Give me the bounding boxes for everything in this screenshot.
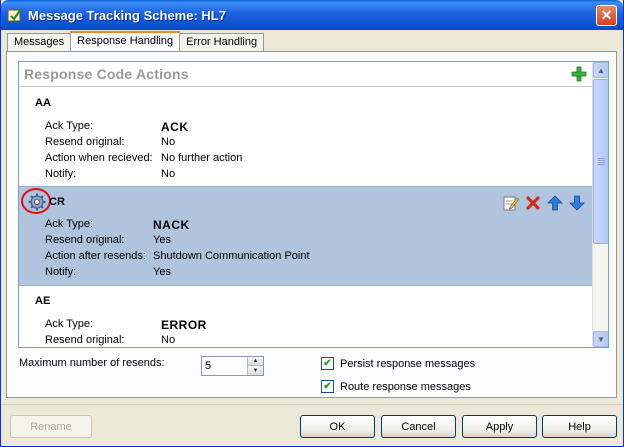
route-response-checkbox-row[interactable]: ✔ Route response messages: [321, 380, 471, 393]
app-icon: [7, 7, 23, 23]
route-response-label: Route response messages: [340, 380, 471, 393]
persist-response-label: Persist response messages: [340, 357, 476, 370]
detail-value: NACK: [153, 218, 190, 232]
detail-label: Action when recieved:: [45, 152, 153, 164]
arrow-down-icon[interactable]: [569, 195, 585, 211]
response-code: CR: [49, 196, 65, 208]
detail-value: Yes: [153, 234, 171, 246]
response-code: AA: [35, 97, 51, 109]
close-icon: ✕: [600, 7, 613, 23]
tab-messages[interactable]: Messages: [7, 33, 72, 51]
detail-label: Resend original:: [45, 136, 125, 148]
detail-value: Yes: [153, 266, 171, 278]
tab-error-handling[interactable]: Error Handling: [179, 33, 265, 51]
list-item-selected[interactable]: CR Ack Type: NACK Resend original: Yes A…: [19, 186, 593, 286]
apply-button[interactable]: Apply: [462, 415, 537, 438]
detail-row: Resend original: No: [45, 136, 175, 152]
add-icon[interactable]: [571, 66, 587, 82]
list-item[interactable]: AA Ack Type: ACK Resend original: No Act…: [19, 88, 593, 186]
detail-value: No: [161, 334, 176, 346]
response-code-actions-list[interactable]: Response Code Actions AA Ack Type: ACK R…: [18, 61, 609, 348]
list-header: Response Code Actions: [19, 62, 593, 87]
arrow-up-icon[interactable]: [547, 195, 563, 211]
detail-value: ERROR: [161, 318, 207, 332]
detail-row: Action after resends: Shutdown Communica…: [45, 250, 310, 266]
detail-label: Resend original:: [45, 334, 125, 346]
window-title: Message Tracking Scheme: HL7: [28, 7, 226, 23]
response-handling-panel: Response Code Actions AA Ack Type: ACK R…: [6, 51, 617, 398]
detail-value: No: [161, 168, 176, 180]
detail-row: Ack Type: ACK: [45, 120, 189, 136]
help-button[interactable]: Help: [542, 415, 617, 438]
list-item[interactable]: AE Ack Type: ERROR Resend original: No: [19, 286, 593, 347]
detail-value: No: [161, 136, 176, 148]
scroll-up-button[interactable]: ▲: [593, 62, 608, 78]
entry-toolbar: [503, 195, 585, 211]
close-button[interactable]: ✕: [596, 5, 617, 26]
detail-row: Resend original: Yes: [45, 234, 171, 250]
detail-label: Notify:: [45, 266, 77, 278]
detail-label: Action after resends:: [45, 250, 146, 262]
tab-strip: Messages Response Handling Error Handlin…: [7, 31, 265, 51]
edit-icon[interactable]: [503, 195, 519, 211]
scroll-down-button[interactable]: ▼: [593, 331, 608, 347]
persist-response-checkbox[interactable]: ✔: [321, 357, 334, 370]
detail-row: Ack Type: ERROR: [45, 318, 207, 334]
tab-response-handling[interactable]: Response Handling: [70, 31, 181, 51]
detail-label: Resend original:: [45, 234, 125, 246]
spin-up-button[interactable]: ▲: [247, 357, 263, 366]
max-resends-label: Maximum number of resends:: [19, 357, 165, 369]
detail-label: Ack Type:: [45, 218, 94, 230]
detail-row: Ack Type: NACK: [45, 218, 190, 234]
highlight-circle: [21, 188, 51, 214]
detail-label: Ack Type:: [45, 318, 94, 330]
delete-icon[interactable]: [525, 195, 541, 211]
detail-row: Notify: No: [45, 168, 175, 184]
max-resends-value: 5: [205, 360, 212, 372]
max-resends-spinner[interactable]: 5 ▲ ▼: [201, 356, 264, 376]
response-code: AE: [35, 295, 51, 307]
dialog-window: Message Tracking Scheme: HL7 ✕ Messages …: [0, 0, 624, 447]
persist-response-checkbox-row[interactable]: ✔ Persist response messages: [321, 357, 475, 370]
title-bar[interactable]: Message Tracking Scheme: HL7 ✕: [1, 0, 623, 30]
detail-row: Resend original: No: [45, 334, 176, 347]
detail-label: Notify:: [45, 168, 77, 180]
vertical-scrollbar[interactable]: ▲ ▼: [592, 62, 608, 347]
detail-value: No further action: [161, 152, 243, 164]
cancel-button[interactable]: Cancel: [381, 415, 456, 438]
detail-value: Shutdown Communication Point: [153, 250, 310, 262]
ok-button[interactable]: OK: [300, 415, 375, 438]
list-header-title: Response Code Actions: [24, 66, 189, 82]
button-bar: Rename OK Cancel Apply Help: [1, 404, 623, 446]
detail-row: Notify: Yes: [45, 266, 171, 282]
scroll-thumb[interactable]: [593, 79, 608, 244]
detail-label: Ack Type:: [45, 120, 94, 132]
rename-button[interactable]: Rename: [10, 415, 92, 438]
route-response-checkbox[interactable]: ✔: [321, 380, 334, 393]
spin-down-button[interactable]: ▼: [247, 366, 263, 375]
detail-value: ACK: [161, 120, 189, 134]
detail-row: Action when recieved: No further action: [45, 152, 242, 168]
